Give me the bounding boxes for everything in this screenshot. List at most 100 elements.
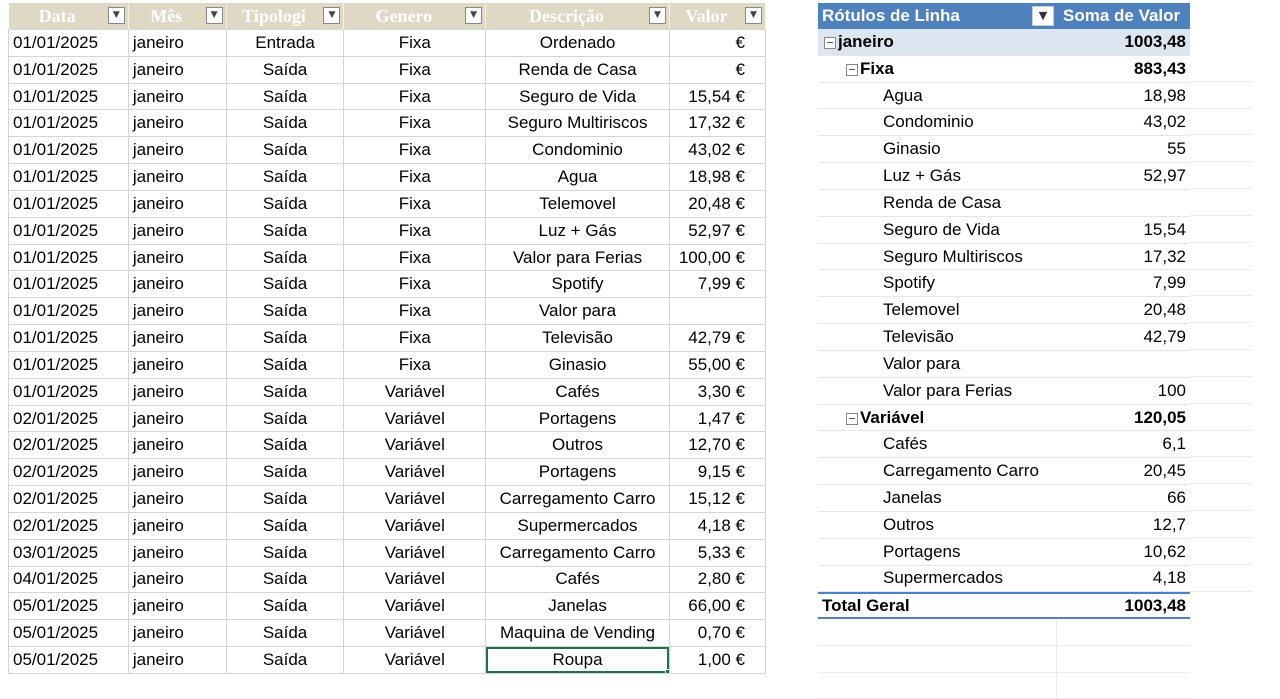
- month-cell[interactable]: janeiro: [127, 163, 227, 191]
- type-cell[interactable]: Saída: [225, 538, 345, 567]
- pivot-row[interactable]: Televisão 42,79: [818, 324, 1190, 351]
- genre-cell[interactable]: Variável: [343, 431, 487, 460]
- value-cell[interactable]: 5,33 €: [668, 538, 767, 567]
- genre-cell[interactable]: Fixa: [343, 82, 487, 111]
- value-cell[interactable]: 12,70 €: [668, 431, 767, 460]
- date-cell[interactable]: 01/01/2025: [8, 216, 129, 245]
- description-cell[interactable]: Carregamento Carro: [485, 485, 670, 513]
- month-cell[interactable]: janeiro: [127, 377, 227, 406]
- value-cell[interactable]: 15,54 €: [668, 82, 767, 111]
- type-cell[interactable]: Saída: [225, 458, 345, 487]
- value-cell[interactable]: 17,32 €: [668, 109, 767, 138]
- value-cell[interactable]: [668, 297, 767, 326]
- date-cell[interactable]: 01/01/2025: [8, 55, 129, 84]
- pivot-row[interactable]: Agua 18,98: [818, 83, 1190, 110]
- genre-cell[interactable]: Fixa: [343, 216, 487, 245]
- description-cell[interactable]: Roupa▼: [485, 646, 670, 674]
- genre-cell[interactable]: Variável: [343, 377, 487, 406]
- description-cell[interactable]: Luz + Gás: [485, 216, 670, 245]
- month-cell[interactable]: janeiro: [127, 136, 227, 165]
- description-cell[interactable]: Cafés: [485, 565, 670, 594]
- description-cell[interactable]: Ordenado: [485, 29, 670, 57]
- date-cell[interactable]: 01/01/2025: [8, 136, 129, 165]
- description-cell[interactable]: Seguro de Vida: [485, 82, 670, 111]
- genre-cell[interactable]: Fixa: [343, 55, 487, 84]
- month-cell[interactable]: janeiro: [127, 619, 227, 648]
- type-cell[interactable]: Saída: [225, 109, 345, 138]
- filter-dropdown-icon[interactable]: ▼: [465, 7, 483, 24]
- description-cell[interactable]: Ginasio: [485, 350, 670, 379]
- pivot-row[interactable]: Telemovel 20,48: [818, 297, 1190, 325]
- date-cell[interactable]: 01/01/2025: [8, 82, 129, 111]
- value-cell[interactable]: €: [668, 55, 767, 84]
- pivot-row[interactable]: Condominio 43,02: [818, 109, 1190, 137]
- column-header-1[interactable]: Mês ▼: [128, 3, 227, 30]
- genre-cell[interactable]: Fixa: [343, 297, 487, 326]
- genre-cell[interactable]: Variável: [343, 646, 487, 674]
- description-cell[interactable]: Valor para: [485, 297, 670, 326]
- filter-dropdown-icon[interactable]: ▼: [107, 7, 125, 24]
- month-cell[interactable]: janeiro: [127, 538, 227, 567]
- type-cell[interactable]: Saída: [225, 324, 345, 352]
- genre-cell[interactable]: Variável: [343, 511, 487, 540]
- date-cell[interactable]: 02/01/2025: [8, 511, 129, 540]
- genre-cell[interactable]: Variável: [343, 538, 487, 567]
- month-cell[interactable]: janeiro: [127, 565, 227, 594]
- type-cell[interactable]: Saída: [225, 404, 345, 433]
- value-cell[interactable]: 0,70 €: [668, 619, 767, 648]
- month-cell[interactable]: janeiro: [127, 55, 227, 84]
- month-cell[interactable]: janeiro: [127, 592, 227, 621]
- filter-dropdown-icon[interactable]: ▼: [323, 7, 341, 24]
- genre-cell[interactable]: Variável: [343, 592, 487, 621]
- column-header-0[interactable]: Data ▼: [8, 3, 129, 30]
- month-cell[interactable]: janeiro: [127, 189, 227, 218]
- filter-dropdown-icon[interactable]: ▼: [648, 7, 666, 24]
- pivot-row[interactable]: Supermercados 4,18: [818, 566, 1190, 593]
- description-cell[interactable]: Valor para Ferias: [485, 243, 670, 272]
- date-cell[interactable]: 02/01/2025: [8, 404, 129, 433]
- genre-cell[interactable]: Variável: [343, 404, 487, 433]
- date-cell[interactable]: 01/01/2025: [8, 377, 129, 406]
- genre-cell[interactable]: Fixa: [343, 324, 487, 352]
- date-cell[interactable]: 01/01/2025: [8, 350, 129, 379]
- pivot-row[interactable]: Valor para: [818, 351, 1190, 378]
- collapse-icon[interactable]: −: [824, 36, 836, 49]
- pivot-row[interactable]: Ginasio 55: [818, 136, 1190, 164]
- value-cell[interactable]: 1,47 €: [668, 404, 767, 433]
- fill-handle[interactable]: [664, 668, 669, 673]
- value-cell[interactable]: 55,00 €: [668, 350, 767, 379]
- month-cell[interactable]: janeiro: [127, 511, 227, 540]
- type-cell[interactable]: Saída: [225, 163, 345, 191]
- filter-dropdown-icon[interactable]: ▼: [745, 7, 762, 24]
- type-cell[interactable]: Saída: [225, 592, 345, 621]
- pivot-row[interactable]: − Fixa 883,43: [818, 56, 1190, 83]
- column-header-5[interactable]: Valor ▼: [669, 3, 767, 30]
- description-cell[interactable]: Maquina de Vending: [485, 619, 670, 648]
- date-cell[interactable]: 01/01/2025: [8, 243, 129, 272]
- pivot-row[interactable]: Spotify 7,99: [818, 270, 1190, 298]
- date-cell[interactable]: 05/01/2025: [8, 592, 129, 621]
- pivot-row[interactable]: Seguro de Vida 15,54: [818, 217, 1190, 244]
- type-cell[interactable]: Saída: [225, 297, 345, 326]
- month-cell[interactable]: janeiro: [127, 431, 227, 460]
- type-cell[interactable]: Saída: [225, 82, 345, 111]
- type-cell[interactable]: Saída: [225, 619, 345, 648]
- value-cell[interactable]: 9,15 €: [668, 458, 767, 487]
- description-cell[interactable]: Condominio: [485, 136, 670, 165]
- value-cell[interactable]: 15,12 €: [668, 485, 767, 513]
- collapse-icon[interactable]: −: [846, 63, 858, 76]
- value-cell[interactable]: 43,02 €: [668, 136, 767, 165]
- genre-cell[interactable]: Fixa: [343, 136, 487, 165]
- description-cell[interactable]: Portagens: [485, 458, 670, 487]
- description-cell[interactable]: Carregamento Carro: [485, 538, 670, 567]
- value-cell[interactable]: 20,48 €: [668, 189, 767, 218]
- genre-cell[interactable]: Fixa: [343, 350, 487, 379]
- date-cell[interactable]: 04/01/2025: [8, 565, 129, 594]
- type-cell[interactable]: Saída: [225, 565, 345, 594]
- description-cell[interactable]: Televisão: [485, 324, 670, 352]
- column-header-2[interactable]: Tipologi ▼: [226, 3, 345, 30]
- pivot-row[interactable]: Seguro Multiriscos 17,32: [818, 244, 1190, 271]
- date-cell[interactable]: 02/01/2025: [8, 458, 129, 487]
- month-cell[interactable]: janeiro: [127, 324, 227, 352]
- date-cell[interactable]: 01/01/2025: [8, 297, 129, 326]
